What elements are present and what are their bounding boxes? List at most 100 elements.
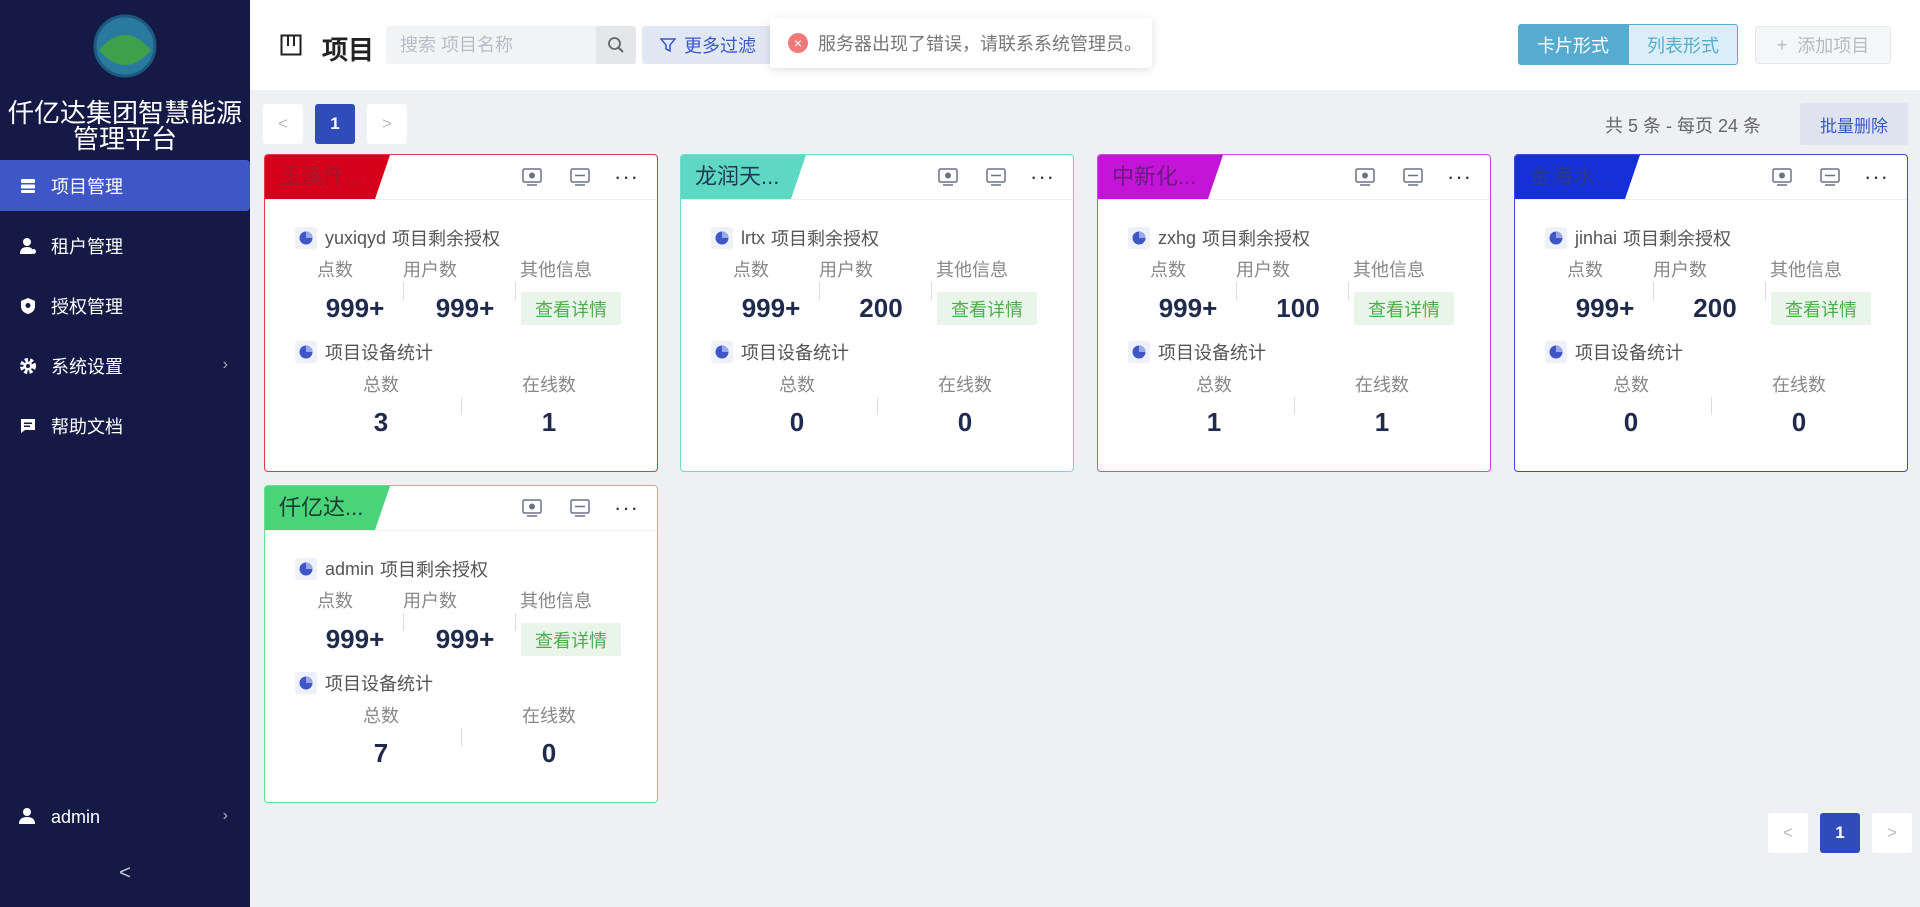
- error-message: 服务器出现了错误，请联系系统管理员。: [818, 34, 1142, 54]
- other-info-label: 其他信息: [1353, 260, 1425, 280]
- view-details-button[interactable]: 查看详情: [1771, 292, 1871, 325]
- display-icon[interactable]: [984, 167, 1008, 187]
- message-icon: [18, 416, 38, 436]
- monitor-settings-icon[interactable]: [936, 167, 960, 187]
- logo-emblem: [93, 14, 157, 78]
- divider: [515, 282, 516, 300]
- user-menu[interactable]: admin ›: [0, 792, 250, 842]
- sidebar-item-projects[interactable]: 项目管理: [0, 160, 250, 211]
- users-label: 用户数: [1236, 260, 1290, 280]
- chevron-right-icon: ›: [222, 356, 228, 373]
- more-filter-button[interactable]: 更多过滤: [642, 26, 778, 64]
- project-name-tag[interactable]: 金海水...: [1515, 155, 1640, 199]
- card-view-button[interactable]: 卡片形式: [1518, 24, 1628, 65]
- brand-line-2: 管理平台: [72, 124, 177, 154]
- collapse-sidebar-button[interactable]: <: [0, 862, 250, 885]
- display-icon[interactable]: [1818, 167, 1842, 187]
- page-number-button[interactable]: 1: [315, 104, 355, 144]
- card-actions: ···: [496, 497, 639, 519]
- view-details-button[interactable]: 查看详情: [521, 292, 621, 325]
- bulk-delete-button[interactable]: 批量删除: [1800, 103, 1908, 145]
- points-label: 点数: [317, 591, 353, 611]
- next-page-button[interactable]: >: [1872, 813, 1912, 853]
- display-icon[interactable]: [1401, 167, 1425, 187]
- project-name-tag[interactable]: 龙润天...: [681, 155, 806, 199]
- more-options-icon[interactable]: ···: [1030, 166, 1055, 188]
- divider: [461, 728, 462, 746]
- display-icon[interactable]: [568, 167, 592, 187]
- sidebar-item-label: 授权管理: [51, 296, 123, 317]
- device-section-title: 项目设备统计: [295, 670, 433, 696]
- view-details-button[interactable]: 查看详情: [937, 292, 1037, 325]
- card-actions: ···: [1329, 166, 1472, 188]
- project-name-tag[interactable]: 玉溪仟...: [265, 155, 390, 199]
- sidebar-item-licenses[interactable]: 授权管理: [0, 280, 250, 331]
- project-card[interactable]: 玉溪仟... ··· yuxiqyd 项目剩余授权 点数 用户数 其他信息 99…: [264, 154, 658, 472]
- filter-label: 更多过滤: [684, 36, 756, 56]
- points-value: 999+: [741, 293, 801, 323]
- pie-chart-icon: [295, 341, 317, 363]
- search-button[interactable]: [596, 26, 636, 64]
- more-options-icon[interactable]: ···: [614, 497, 639, 519]
- next-page-button[interactable]: >: [367, 104, 407, 144]
- card-header: 玉溪仟... ···: [265, 155, 657, 200]
- online-label: 在线数: [1355, 375, 1409, 395]
- project-card[interactable]: 龙润天... ··· lrtx 项目剩余授权 点数 用户数 其他信息 999+: [680, 154, 1074, 472]
- list-view-button[interactable]: 列表形式: [1628, 24, 1738, 65]
- page-number-button[interactable]: 1: [1820, 813, 1860, 853]
- card-actions: ···: [912, 166, 1055, 188]
- total-value: 3: [373, 407, 389, 437]
- divider: [461, 397, 462, 415]
- total-label: 总数: [1613, 375, 1649, 395]
- other-info-label: 其他信息: [520, 260, 592, 280]
- monitor-settings-icon[interactable]: [1770, 167, 1794, 187]
- device-stats-label: 项目设备统计: [325, 674, 433, 694]
- add-project-button[interactable]: + 添加项目: [1755, 26, 1891, 64]
- monitor-settings-icon[interactable]: [520, 498, 544, 518]
- project-name-tag[interactable]: 仟亿达...: [265, 486, 390, 530]
- more-options-icon[interactable]: ···: [1447, 166, 1472, 188]
- sidebar-item-settings[interactable]: 系统设置 ›: [0, 340, 250, 391]
- prev-page-button[interactable]: <: [1768, 813, 1808, 853]
- pie-chart-icon: [295, 672, 317, 694]
- logo: [0, 10, 250, 82]
- license-section-title: admin 项目剩余授权: [295, 556, 488, 582]
- view-details-button[interactable]: 查看详情: [1354, 292, 1454, 325]
- card-header: 龙润天... ···: [681, 155, 1073, 200]
- view-details-button[interactable]: 查看详情: [521, 623, 621, 656]
- remaining-license-label: 项目剩余授权: [1202, 229, 1311, 249]
- prev-page-button[interactable]: <: [263, 104, 303, 144]
- search-input[interactable]: [386, 26, 591, 64]
- total-value: 7: [373, 738, 389, 768]
- sidebar-item-help[interactable]: 帮助文档: [0, 400, 250, 451]
- display-icon[interactable]: [568, 498, 592, 518]
- page-title: 项目: [322, 35, 375, 65]
- pie-chart-icon: [295, 558, 317, 580]
- users-value: 200: [859, 293, 903, 323]
- more-options-icon[interactable]: ···: [614, 166, 639, 188]
- filter-icon: [660, 37, 676, 53]
- card-header: 中新化... ···: [1098, 155, 1490, 200]
- project-card[interactable]: 金海水... ··· jinhai 项目剩余授权 点数 用户数 其他信息 999…: [1514, 154, 1908, 472]
- project-card[interactable]: 仟亿达... ··· admin 项目剩余授权 点数 用户数 其他信息 999+: [264, 485, 658, 803]
- users-label: 用户数: [403, 260, 457, 280]
- total-value: 1: [1206, 407, 1222, 437]
- points-value: 999+: [1158, 293, 1218, 323]
- total-label: 总数: [1196, 375, 1232, 395]
- search-box: [386, 26, 636, 64]
- more-options-icon[interactable]: ···: [1864, 166, 1889, 188]
- license-section-title: yuxiqyd 项目剩余授权: [295, 225, 500, 251]
- sidebar-item-label: 系统设置: [51, 356, 123, 377]
- search-icon: [608, 37, 624, 53]
- divider: [1765, 282, 1766, 300]
- project-name-tag[interactable]: 中新化...: [1098, 155, 1223, 199]
- device-stats-label: 项目设备统计: [1158, 343, 1266, 363]
- users-label: 用户数: [819, 260, 873, 280]
- online-label: 在线数: [938, 375, 992, 395]
- sidebar-item-tenants[interactable]: 租户管理: [0, 220, 250, 271]
- monitor-settings-icon[interactable]: [520, 167, 544, 187]
- project-card[interactable]: 中新化... ··· zxhg 项目剩余授权 点数 用户数 其他信息 999+: [1097, 154, 1491, 472]
- device-section-title: 项目设备统计: [711, 339, 849, 365]
- card-actions: ···: [1746, 166, 1889, 188]
- monitor-settings-icon[interactable]: [1353, 167, 1377, 187]
